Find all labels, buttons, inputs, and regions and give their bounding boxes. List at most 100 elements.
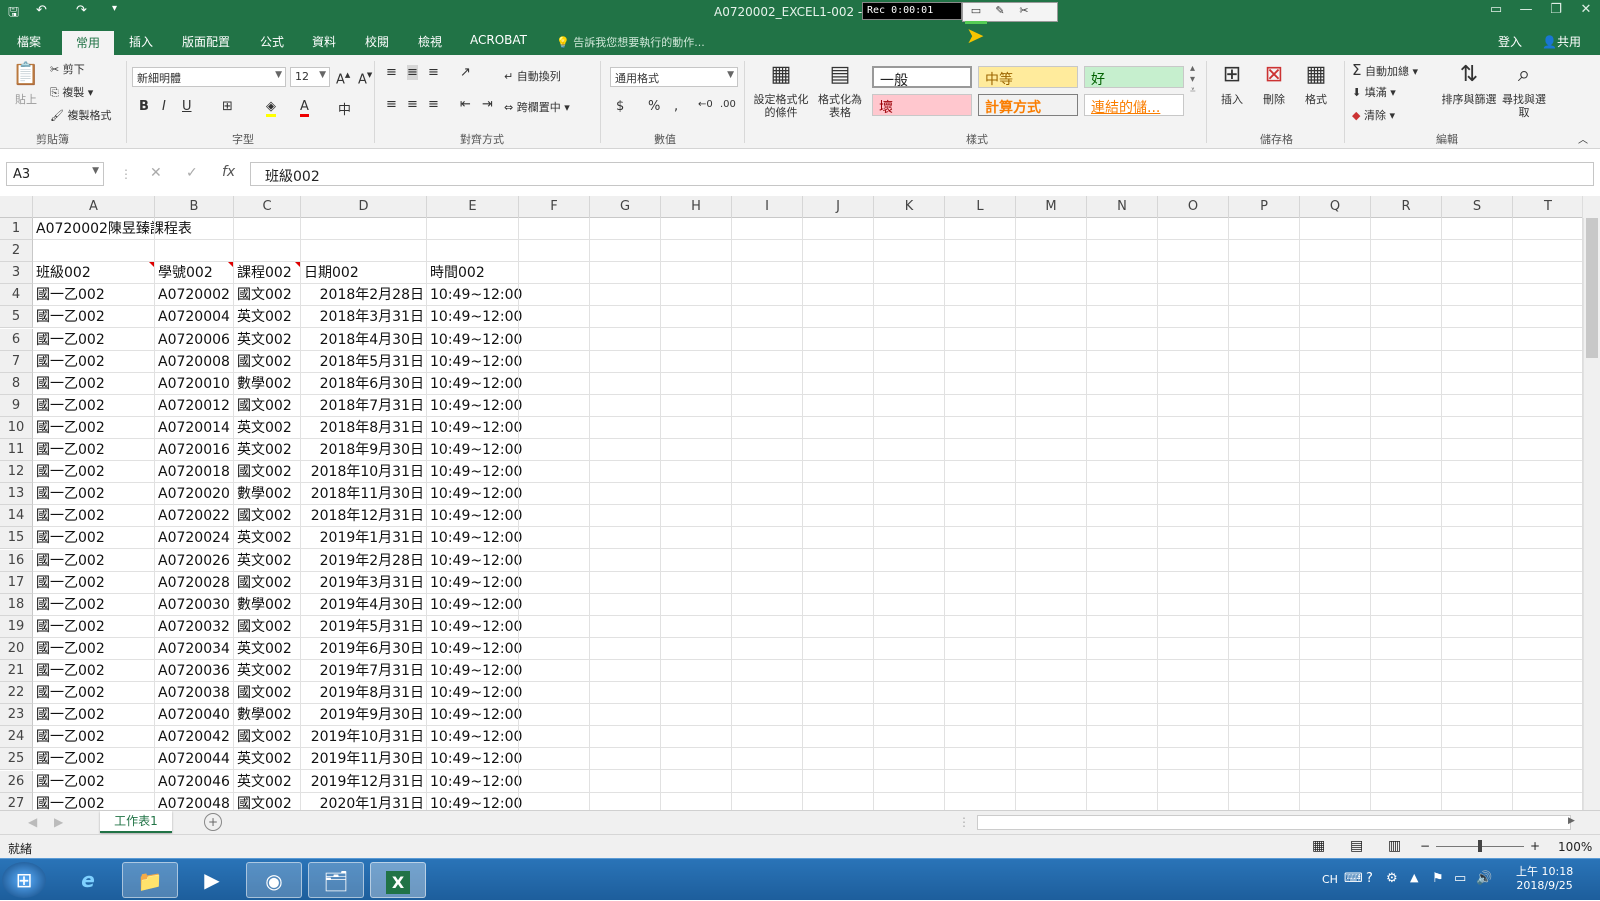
style-bad[interactable]: 壞 xyxy=(872,94,972,116)
font-size-combo[interactable]: 12 ▼ xyxy=(290,67,330,87)
format-painter-button[interactable]: 🖌 複製格式 xyxy=(50,107,111,123)
row-header[interactable]: 6 xyxy=(0,328,33,351)
style-normal[interactable]: 一般 xyxy=(872,66,972,89)
cancel-icon[interactable]: ✕ xyxy=(150,165,162,181)
italic-button[interactable]: I xyxy=(162,99,166,114)
row-header[interactable]: 22 xyxy=(0,682,33,705)
collapse-ribbon-icon[interactable]: ︿ xyxy=(1578,131,1588,146)
cell-d7[interactable]: 2018年5月31日 xyxy=(301,351,427,373)
cell-c2[interactable] xyxy=(234,240,301,262)
cell-a27[interactable]: 國一乙002 xyxy=(33,793,155,810)
cell-c3[interactable]: 課程002 xyxy=(234,262,301,284)
cell-c19[interactable]: 國文002 xyxy=(234,616,301,638)
cell-d14[interactable]: 2018年12月31日 xyxy=(301,505,427,527)
font-name-combo[interactable]: 新細明體 ▼ xyxy=(132,67,286,87)
cell-a22[interactable]: 國一乙002 xyxy=(33,682,155,704)
column-header[interactable]: L xyxy=(945,196,1016,218)
cell-e14[interactable]: 10:49~12:00 xyxy=(427,505,522,527)
zoom-thumb[interactable] xyxy=(1478,840,1482,852)
sort-filter-button[interactable]: ⇅ 排序與篩選 xyxy=(1438,61,1500,106)
cell-e17[interactable]: 10:49~12:00 xyxy=(427,572,522,594)
cell-b1[interactable] xyxy=(155,218,234,240)
cell-a12[interactable]: 國一乙002 xyxy=(33,461,155,483)
cell-c7[interactable]: 國文002 xyxy=(234,351,301,373)
cell-b16[interactable]: A0720026 xyxy=(155,550,234,572)
cell-e11[interactable]: 10:49~12:00 xyxy=(427,439,522,461)
cell-d1[interactable] xyxy=(301,218,427,240)
tab-acrobat[interactable]: ACROBAT xyxy=(470,33,527,47)
row-header[interactable]: 1 xyxy=(0,218,33,240)
enter-icon[interactable]: ✓ xyxy=(186,165,198,181)
tab-formulas[interactable]: 公式 xyxy=(260,33,284,50)
column-header[interactable]: S xyxy=(1442,196,1513,218)
zoom-out-icon[interactable]: − xyxy=(1420,839,1430,853)
align-left-icon[interactable]: ≡ xyxy=(386,97,397,112)
scissors-icon[interactable]: ✂ xyxy=(1013,4,1035,20)
cell-d21[interactable]: 2019年7月31日 xyxy=(301,660,427,682)
cell-e1[interactable] xyxy=(427,218,519,240)
undo-icon[interactable]: ↶ xyxy=(36,3,47,18)
cell-e8[interactable]: 10:49~12:00 xyxy=(427,373,522,395)
cell-a3[interactable]: 班級002 xyxy=(33,262,155,284)
cell-e25[interactable]: 10:49~12:00 xyxy=(427,748,522,770)
cell-c14[interactable]: 國文002 xyxy=(234,505,301,527)
cell-e6[interactable]: 10:49~12:00 xyxy=(427,329,522,351)
cell-e27[interactable]: 10:49~12:00 xyxy=(427,793,522,810)
cell-a25[interactable]: 國一乙002 xyxy=(33,748,155,770)
column-header[interactable]: Q xyxy=(1300,196,1371,218)
cell-b18[interactable]: A0720030 xyxy=(155,594,234,616)
cell-a8[interactable]: 國一乙002 xyxy=(33,373,155,395)
cell-d24[interactable]: 2019年10月31日 xyxy=(301,726,427,748)
cell-e10[interactable]: 10:49~12:00 xyxy=(427,417,522,439)
clear-button[interactable]: ◆ 清除 ▾ xyxy=(1352,107,1395,123)
align-top-icon[interactable]: ≡ xyxy=(386,65,397,80)
name-box[interactable]: A3 ▼ xyxy=(6,162,104,186)
cell-d23[interactable]: 2019年9月30日 xyxy=(301,704,427,726)
style-neutral[interactable]: 中等 xyxy=(978,66,1078,88)
cell-b7[interactable]: A0720008 xyxy=(155,351,234,373)
cell-d25[interactable]: 2019年11月30日 xyxy=(301,748,427,770)
cell-c6[interactable]: 英文002 xyxy=(234,329,301,351)
row-header[interactable]: 27 xyxy=(0,792,33,810)
screen-icon[interactable]: ▭ xyxy=(965,4,987,20)
cell-b21[interactable]: A0720036 xyxy=(155,660,234,682)
cell-b17[interactable]: A0720028 xyxy=(155,572,234,594)
clock[interactable]: 上午 10:18 2018/9/25 xyxy=(1516,863,1573,892)
cell-a7[interactable]: 國一乙002 xyxy=(33,351,155,373)
cell-a2[interactable] xyxy=(33,240,155,262)
tell-me-search[interactable]: 💡 告訴我您想要執行的動作... xyxy=(556,34,705,50)
fill-color-icon[interactable]: ◈ xyxy=(266,99,276,117)
orientation-icon[interactable]: ↗ xyxy=(460,65,471,80)
row-header[interactable]: 3 xyxy=(0,262,33,285)
cell-b25[interactable]: A0720044 xyxy=(155,748,234,770)
row-header[interactable]: 4 xyxy=(0,284,33,307)
cell-b26[interactable]: A0720046 xyxy=(155,771,234,793)
row-header[interactable]: 2 xyxy=(0,240,33,263)
column-header[interactable]: N xyxy=(1087,196,1158,218)
tab-home[interactable]: 常用 xyxy=(62,31,115,55)
cell-b3[interactable]: 學號002 xyxy=(155,262,234,284)
cell-d3[interactable]: 日期002 xyxy=(301,262,427,284)
column-header[interactable]: M xyxy=(1016,196,1087,218)
cell-e5[interactable]: 10:49~12:00 xyxy=(427,306,522,328)
cell-b5[interactable]: A0720004 xyxy=(155,306,234,328)
vertical-scrollbar[interactable] xyxy=(1582,196,1600,810)
column-header[interactable]: C xyxy=(234,196,301,218)
cell-d19[interactable]: 2019年5月31日 xyxy=(301,616,427,638)
cell-c1[interactable] xyxy=(234,218,301,240)
cell-e26[interactable]: 10:49~12:00 xyxy=(427,771,522,793)
next-sheet-icon[interactable]: ▶ xyxy=(54,815,63,829)
column-header[interactable]: I xyxy=(732,196,803,218)
cell-b19[interactable]: A0720032 xyxy=(155,616,234,638)
cell-d13[interactable]: 2018年11月30日 xyxy=(301,483,427,505)
underline-button[interactable]: U xyxy=(182,99,192,114)
column-header[interactable]: F xyxy=(519,196,590,218)
add-sheet-icon[interactable]: + xyxy=(204,813,222,831)
cell-a26[interactable]: 國一乙002 xyxy=(33,771,155,793)
column-header[interactable]: P xyxy=(1229,196,1300,218)
cell-d16[interactable]: 2019年2月28日 xyxy=(301,550,427,572)
column-header[interactable]: H xyxy=(661,196,732,218)
row-header[interactable]: 16 xyxy=(0,549,33,572)
tab-file[interactable]: 檔案 xyxy=(17,33,41,50)
column-header[interactable]: A xyxy=(33,196,155,218)
